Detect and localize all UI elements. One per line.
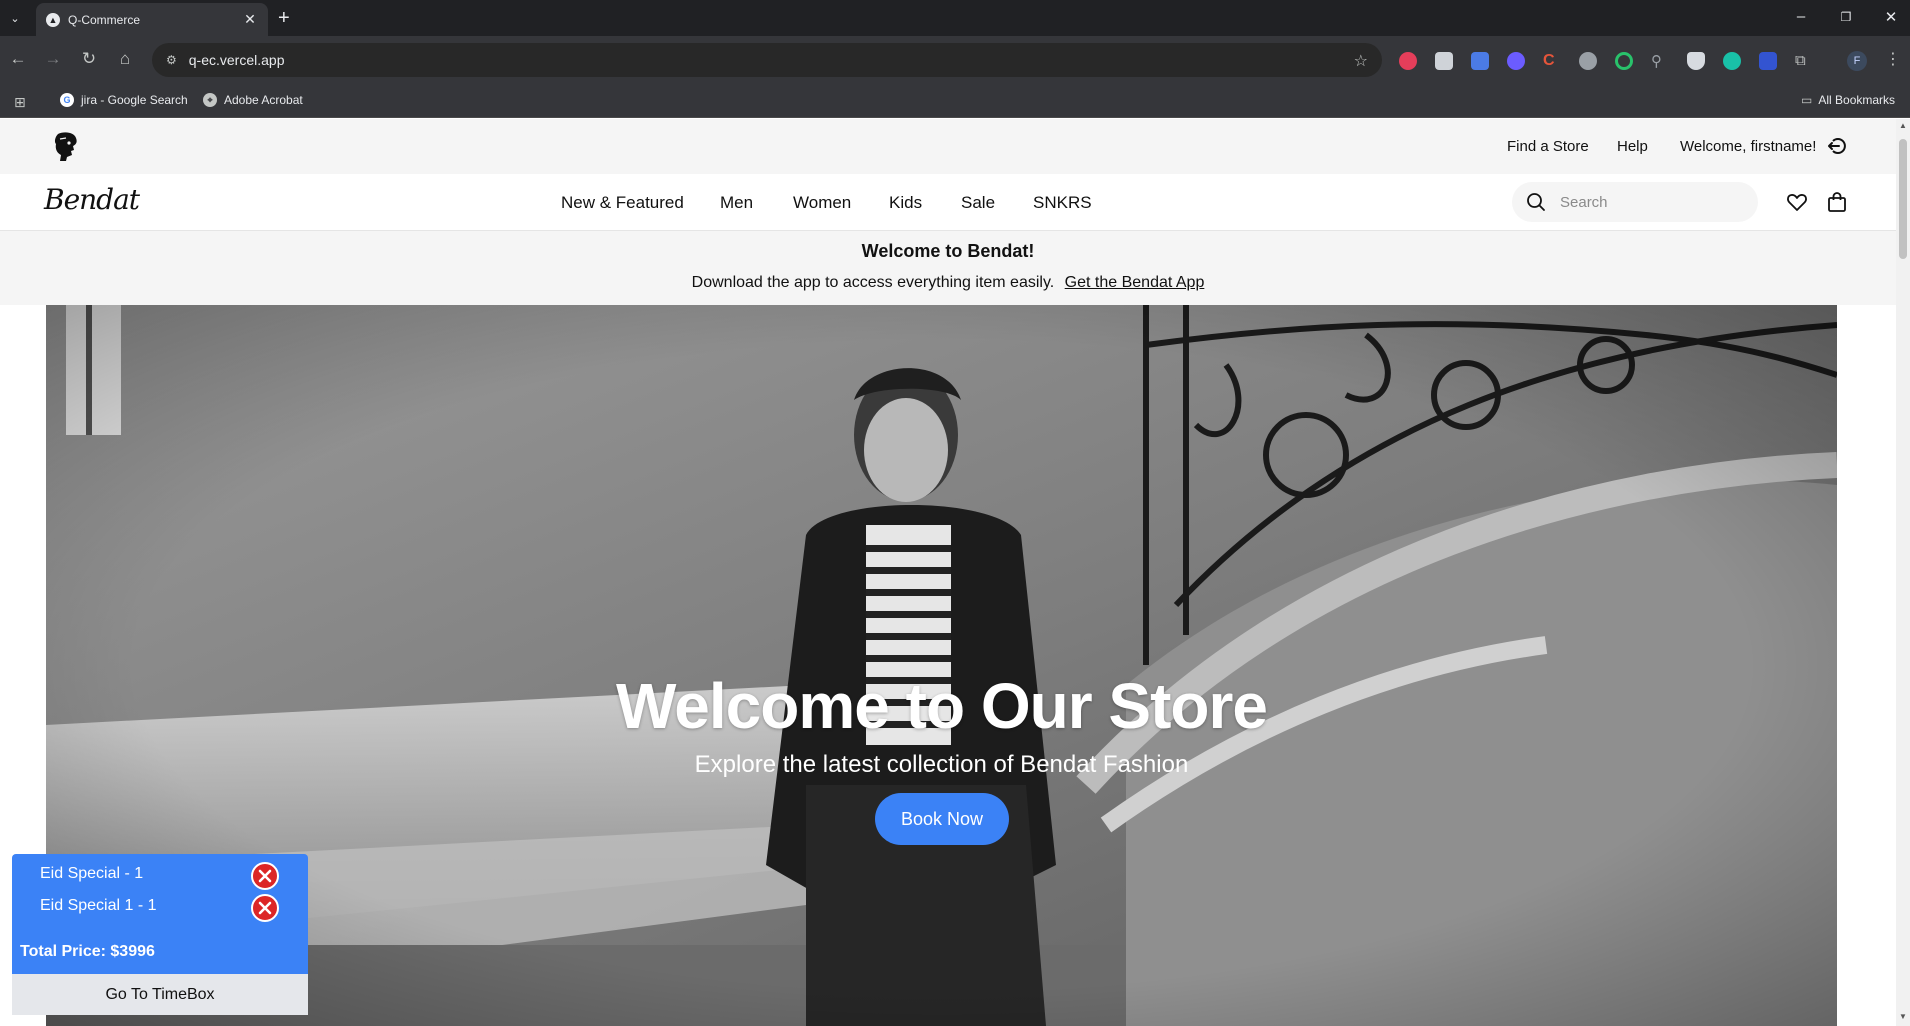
address-bar[interactable]: ⚙ q-ec.vercel.app ☆ bbox=[152, 43, 1382, 77]
translate-extension-icon[interactable] bbox=[1471, 52, 1489, 70]
tab-search-chevron-icon[interactable]: ⌄ bbox=[6, 7, 24, 29]
welcome-text: Welcome, firstname! bbox=[1680, 138, 1817, 155]
tab-title: Q-Commerce bbox=[68, 12, 141, 27]
scroll-up-icon[interactable]: ▲ bbox=[1898, 121, 1908, 130]
home-icon[interactable]: ⌂ bbox=[114, 49, 136, 69]
hero-photo bbox=[46, 305, 1837, 1026]
site-info-icon[interactable]: ⚙ bbox=[166, 53, 177, 67]
hero-subtitle: Explore the latest collection of Bendat … bbox=[694, 751, 1189, 778]
browser-tabstrip: ⌄ ▲ Q-Commerce ✕ + – ❐ ✕ bbox=[0, 0, 1910, 36]
brand-logo-icon[interactable] bbox=[52, 131, 80, 163]
all-bookmarks-label: All Bookmarks bbox=[1818, 93, 1896, 107]
acrobat-icon: ⌖ bbox=[203, 93, 217, 107]
bookmarks-bar: ⊞ G jira - Google Search ⌖ Adobe Acrobat… bbox=[0, 84, 1910, 118]
back-icon[interactable]: ← bbox=[7, 49, 29, 69]
apps-grid-icon[interactable]: ⊞ bbox=[14, 94, 26, 111]
bookmark-label: Adobe Acrobat bbox=[224, 93, 303, 107]
brand-wordmark[interactable]: Bendat bbox=[44, 183, 140, 216]
get-app-link[interactable]: Get the Bendat App bbox=[1065, 274, 1205, 291]
shield-extension-icon[interactable] bbox=[1687, 52, 1705, 70]
new-tab-icon[interactable]: + bbox=[278, 8, 290, 28]
nav-snkrs[interactable]: SNKRS bbox=[1033, 193, 1092, 213]
nav-men[interactable]: Men bbox=[720, 193, 753, 213]
profile-avatar[interactable]: F bbox=[1847, 51, 1867, 71]
reload-icon[interactable]: ↻ bbox=[78, 49, 100, 69]
promo-banner: Welcome to Bendat! Download the app to a… bbox=[0, 231, 1896, 305]
hero-banner: Welcome to Our Store Explore the latest … bbox=[46, 305, 1837, 1026]
extension-icon[interactable] bbox=[1759, 52, 1777, 70]
book-now-button[interactable]: Book Now bbox=[875, 793, 1009, 845]
all-bookmarks[interactable]: ▭ All Bookmarks bbox=[1801, 93, 1895, 107]
go-to-timebox-button[interactable]: Go To TimeBox bbox=[12, 974, 308, 1015]
tab-close-icon[interactable]: ✕ bbox=[242, 11, 258, 28]
google-icon: G bbox=[60, 93, 74, 107]
extension-icon[interactable] bbox=[1399, 52, 1417, 70]
extension-icon[interactable] bbox=[1723, 52, 1741, 70]
main-nav: Bendat New & Featured Men Women Kids Sal… bbox=[0, 174, 1896, 231]
search-input[interactable] bbox=[1560, 193, 1740, 211]
search-box[interactable] bbox=[1512, 182, 1758, 222]
extension-icon[interactable] bbox=[1615, 52, 1633, 70]
browser-tab[interactable]: ▲ Q-Commerce ✕ bbox=[36, 3, 268, 36]
bookmark-item[interactable]: G jira - Google Search bbox=[60, 93, 188, 107]
cart-popup: Eid Special - 1 Eid Special 1 - 1 Total … bbox=[12, 854, 308, 1015]
search-icon[interactable] bbox=[1526, 192, 1546, 212]
globe-extension-icon[interactable] bbox=[1579, 52, 1597, 70]
find-store-link[interactable]: Find a Store bbox=[1507, 138, 1589, 155]
promo-line: Download the app to access everything it… bbox=[0, 274, 1896, 292]
page-viewport: Find a Store Help Welcome, firstname! Be… bbox=[0, 119, 1896, 1026]
extensions-puzzle-icon[interactable]: ⧉ bbox=[1795, 52, 1813, 70]
promo-title: Welcome to Bendat! bbox=[861, 241, 1035, 261]
browser-menu-icon[interactable]: ⋮ bbox=[1885, 49, 1901, 69]
vercel-favicon-icon: ▲ bbox=[46, 12, 60, 27]
remove-item-icon[interactable] bbox=[250, 893, 280, 923]
bookmark-item[interactable]: ⌖ Adobe Acrobat bbox=[203, 93, 303, 107]
scroll-thumb[interactable] bbox=[1899, 139, 1907, 259]
promo-text: Download the app to access everything it… bbox=[691, 274, 1055, 291]
logout-icon[interactable] bbox=[1827, 135, 1849, 157]
utility-bar: Find a Store Help Welcome, firstname! bbox=[0, 119, 1896, 174]
hero-title: Welcome to Our Store bbox=[616, 670, 1268, 742]
extension-icon[interactable] bbox=[1435, 52, 1453, 70]
extension-icon[interactable]: C bbox=[1543, 52, 1561, 70]
minimize-icon[interactable]: – bbox=[1791, 8, 1811, 25]
folder-icon: ▭ bbox=[1801, 93, 1813, 107]
extension-icon[interactable] bbox=[1507, 52, 1525, 70]
heart-icon[interactable] bbox=[1786, 191, 1808, 213]
remove-item-icon[interactable] bbox=[250, 861, 280, 891]
search-extension-icon[interactable]: ⚲ bbox=[1651, 52, 1669, 70]
help-link[interactable]: Help bbox=[1617, 138, 1648, 155]
bookmark-label: jira - Google Search bbox=[81, 93, 188, 107]
window-close-icon[interactable]: ✕ bbox=[1881, 8, 1901, 26]
shopping-bag-icon[interactable] bbox=[1826, 191, 1848, 213]
nav-women[interactable]: Women bbox=[793, 193, 851, 213]
page-scrollbar[interactable]: ▲ ▼ bbox=[1896, 119, 1910, 1026]
cart-item: Eid Special 1 - 1 bbox=[40, 897, 157, 914]
bookmark-star-icon[interactable]: ☆ bbox=[1354, 51, 1368, 71]
browser-toolbar: ← → ↻ ⌂ ⚙ q-ec.vercel.app ☆ C ⚲ ⧉ F ⋮ bbox=[0, 36, 1910, 84]
scroll-down-icon[interactable]: ▼ bbox=[1898, 1012, 1908, 1021]
url-text[interactable]: q-ec.vercel.app bbox=[189, 52, 285, 68]
restore-icon[interactable]: ❐ bbox=[1836, 10, 1856, 24]
cart-item: Eid Special - 1 bbox=[40, 865, 144, 882]
nav-sale[interactable]: Sale bbox=[961, 193, 995, 213]
cart-total: Total Price: $3996 bbox=[20, 943, 155, 960]
forward-icon[interactable]: → bbox=[42, 49, 64, 69]
nav-kids[interactable]: Kids bbox=[889, 193, 922, 213]
nav-new-featured[interactable]: New & Featured bbox=[561, 193, 684, 213]
